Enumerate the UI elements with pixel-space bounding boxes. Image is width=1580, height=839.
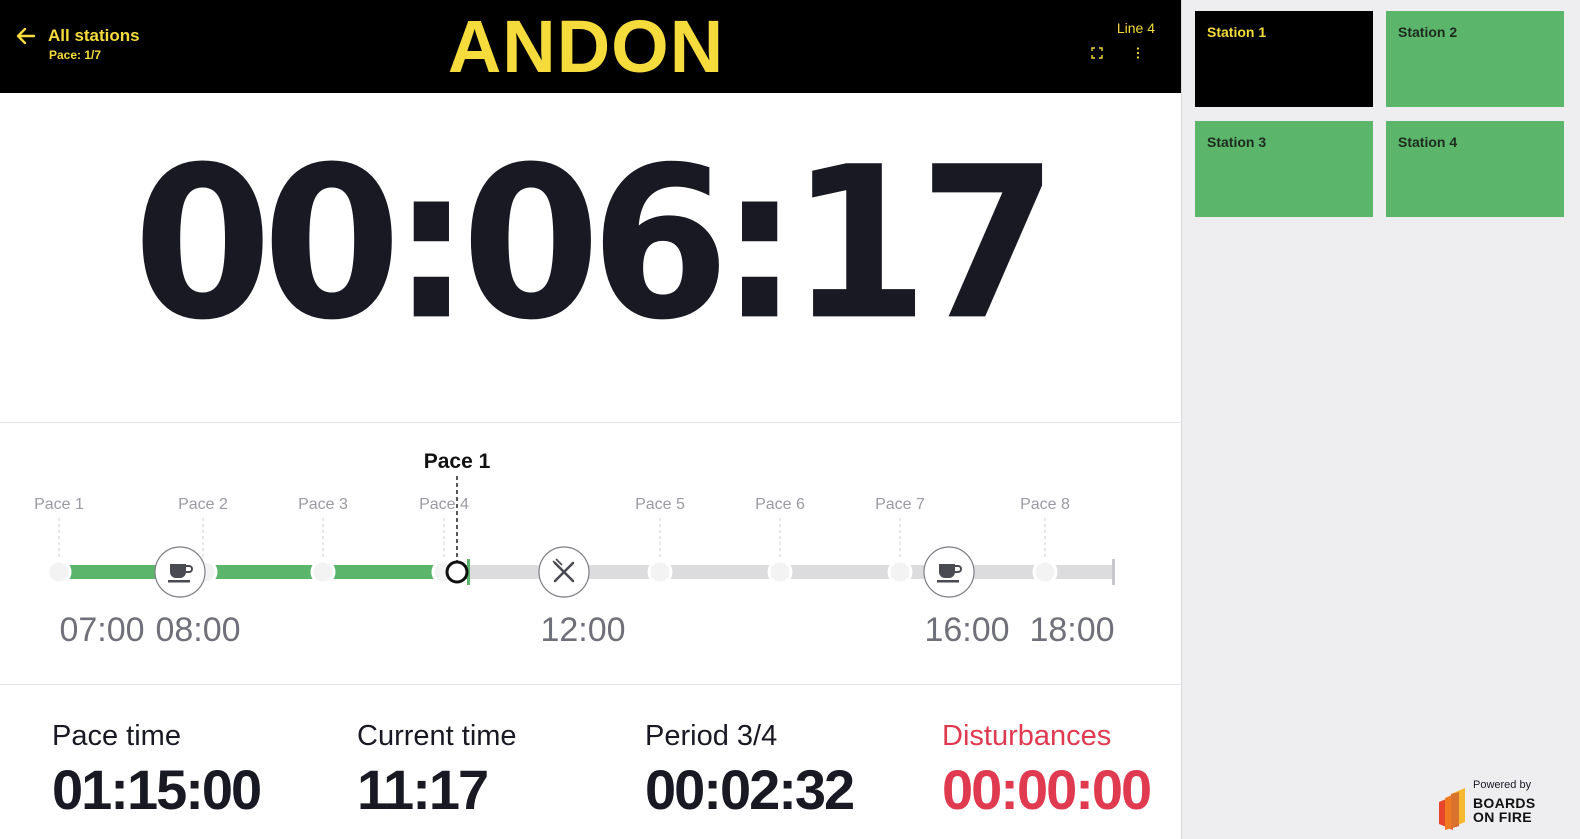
timeline-svg: Pace 1 Pace 2 Pace 3 Pace 4 Pace 5 Pace … [34, 450, 1115, 649]
header-bar: All stations Pace: 1/7 ANDON Line 4 [0, 0, 1181, 93]
stat-current-time: Current time 11:17 [357, 720, 517, 822]
timeline-progress [60, 565, 469, 579]
pace-label-8: Pace 8 [1020, 496, 1070, 513]
time-label-0700: 07:00 [59, 611, 144, 649]
stat-disturbances: Disturbances 00:00:00 [942, 720, 1152, 822]
stat-pace-time: Pace time 01:15:00 [52, 720, 262, 822]
stat-value: 00:02:32 [645, 758, 855, 821]
stat-period: Period 3/4 00:02:32 [645, 720, 855, 822]
stat-label: Disturbances [942, 720, 1112, 752]
station-tile-2[interactable]: Station 2 [1386, 11, 1564, 107]
pace-label-1: Pace 1 [34, 496, 84, 513]
time-label-1800: 18:00 [1029, 611, 1114, 649]
stat-value: 11:17 [357, 758, 489, 821]
time-label-1200: 12:00 [540, 611, 625, 649]
pace-node-1 [46, 559, 72, 585]
powered-by-text: Powered by [1473, 779, 1532, 791]
stat-label: Period 3/4 [645, 720, 778, 752]
boards-on-fire-logo-icon [1439, 788, 1465, 830]
stat-label: Current time [357, 720, 517, 752]
timeline-end-cap [1112, 559, 1115, 585]
stats-row: Pace time 01:15:00 Current time 11:17 Pe… [0, 700, 1181, 839]
main-panel: All stations Pace: 1/7 ANDON Line 4 00:0… [0, 0, 1181, 839]
pace-label-6: Pace 6 [755, 496, 805, 513]
fullscreen-icon[interactable] [1090, 46, 1104, 60]
time-label-1600: 16:00 [924, 611, 1009, 649]
coffee-icon [923, 546, 975, 598]
pace-label-3: Pace 3 [298, 496, 348, 513]
pace-label-7: Pace 7 [875, 496, 925, 513]
pace-label-2: Pace 2 [178, 496, 228, 513]
pace-node-6 [767, 559, 793, 585]
stat-label: Pace time [52, 720, 181, 752]
stat-value: 01:15:00 [52, 758, 262, 821]
powered-by-badge: Powered by BOARDS ON FIRE [1437, 778, 1572, 833]
stat-value: 00:00:00 [942, 758, 1152, 821]
pace-node-7 [887, 559, 913, 585]
pace-node-5 [647, 559, 673, 585]
station-tile-label: Station 1 [1207, 24, 1267, 40]
coffee-icon [154, 546, 206, 598]
current-marker-dot [445, 560, 469, 584]
more-vert-icon[interactable] [1131, 46, 1145, 60]
divider-top [0, 422, 1181, 423]
pace-label-4: Pace 4 [419, 496, 469, 513]
divider-bottom [0, 684, 1181, 685]
station-tile-label: Station 2 [1398, 24, 1458, 40]
station-tile-4[interactable]: Station 4 [1386, 121, 1564, 217]
brand-title: ANDON [447, 5, 725, 88]
utensils-icon [538, 546, 590, 598]
station-tile-label: Station 4 [1398, 134, 1458, 150]
brand-wordmark: BOARDS ON FIRE [1473, 795, 1536, 825]
time-label-0800: 08:00 [155, 611, 240, 649]
countdown-timer: 00:06:17 [133, 122, 1058, 367]
station-tile-3[interactable]: Station 3 [1195, 121, 1373, 217]
pace-label-5: Pace 5 [635, 496, 685, 513]
station-tile-label: Station 3 [1207, 134, 1267, 150]
pace-timeline: Pace 1 Pace 2 Pace 3 Pace 4 Pace 5 Pace … [0, 430, 1181, 680]
line-label: Line 4 [1116, 20, 1155, 36]
current-marker-label: Pace 1 [424, 450, 491, 473]
pace-node-3 [310, 559, 336, 585]
pace-node-8 [1032, 559, 1058, 585]
station-tile-1[interactable]: Station 1 [1195, 11, 1373, 107]
